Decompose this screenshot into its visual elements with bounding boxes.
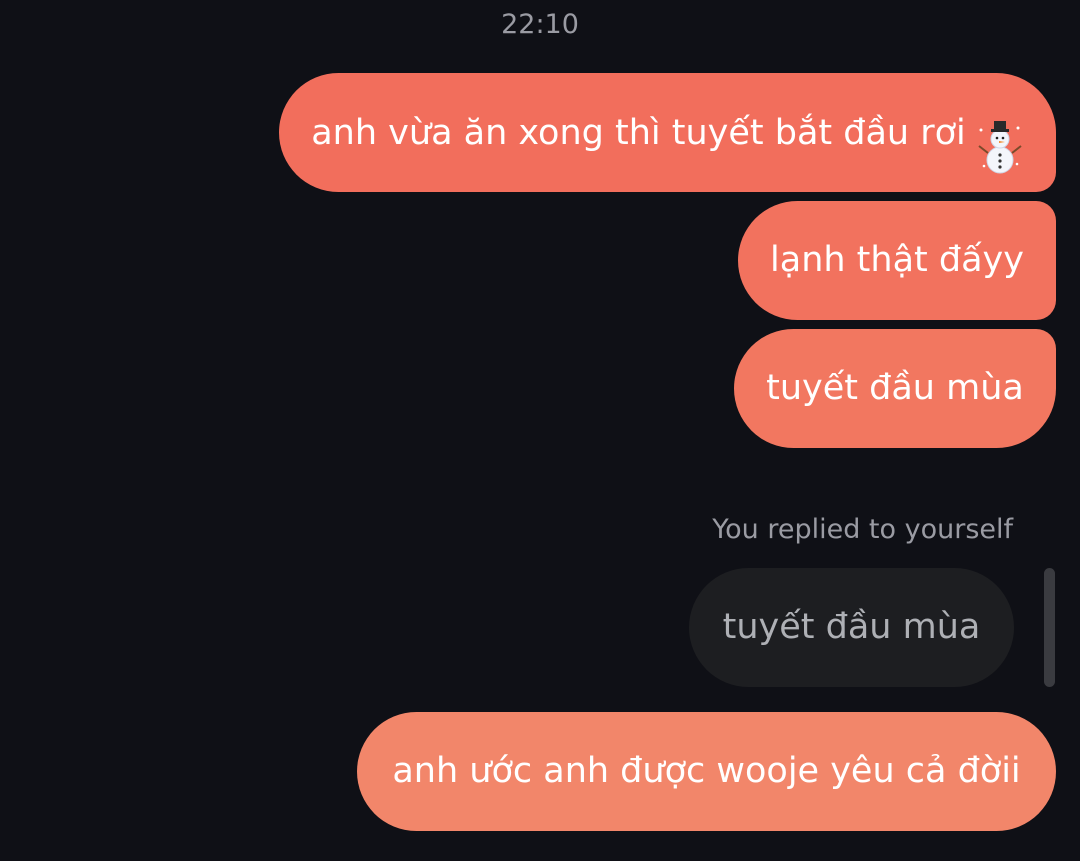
message-bubble[interactable]: anh vừa ăn xong thì tuyết bắt đầu rơi <box>279 73 1056 192</box>
reply-message-bubble[interactable]: anh ước anh được wooje yêu cả đờii <box>357 712 1056 831</box>
message-text: lạnh thật đấyy <box>770 240 1024 280</box>
message-text: anh ước anh được wooje yêu cả đờii <box>392 751 1021 791</box>
reply-indicator-bar <box>1044 568 1055 687</box>
quoted-message-text: tuyết đầu mùa <box>722 607 981 647</box>
message-text: tuyết đầu mùa <box>766 368 1024 408</box>
snowman-icon <box>976 103 1024 174</box>
quoted-message[interactable]: tuyết đầu mùa <box>689 568 1014 687</box>
message-text: anh vừa ăn xong thì tuyết bắt đầu rơi <box>311 113 966 153</box>
message-timestamp: 22:10 <box>501 9 579 40</box>
message-bubble[interactable]: tuyết đầu mùa <box>734 329 1056 448</box>
reply-label: You replied to yourself <box>712 514 1013 545</box>
message-bubble[interactable]: lạnh thật đấyy <box>738 201 1056 320</box>
